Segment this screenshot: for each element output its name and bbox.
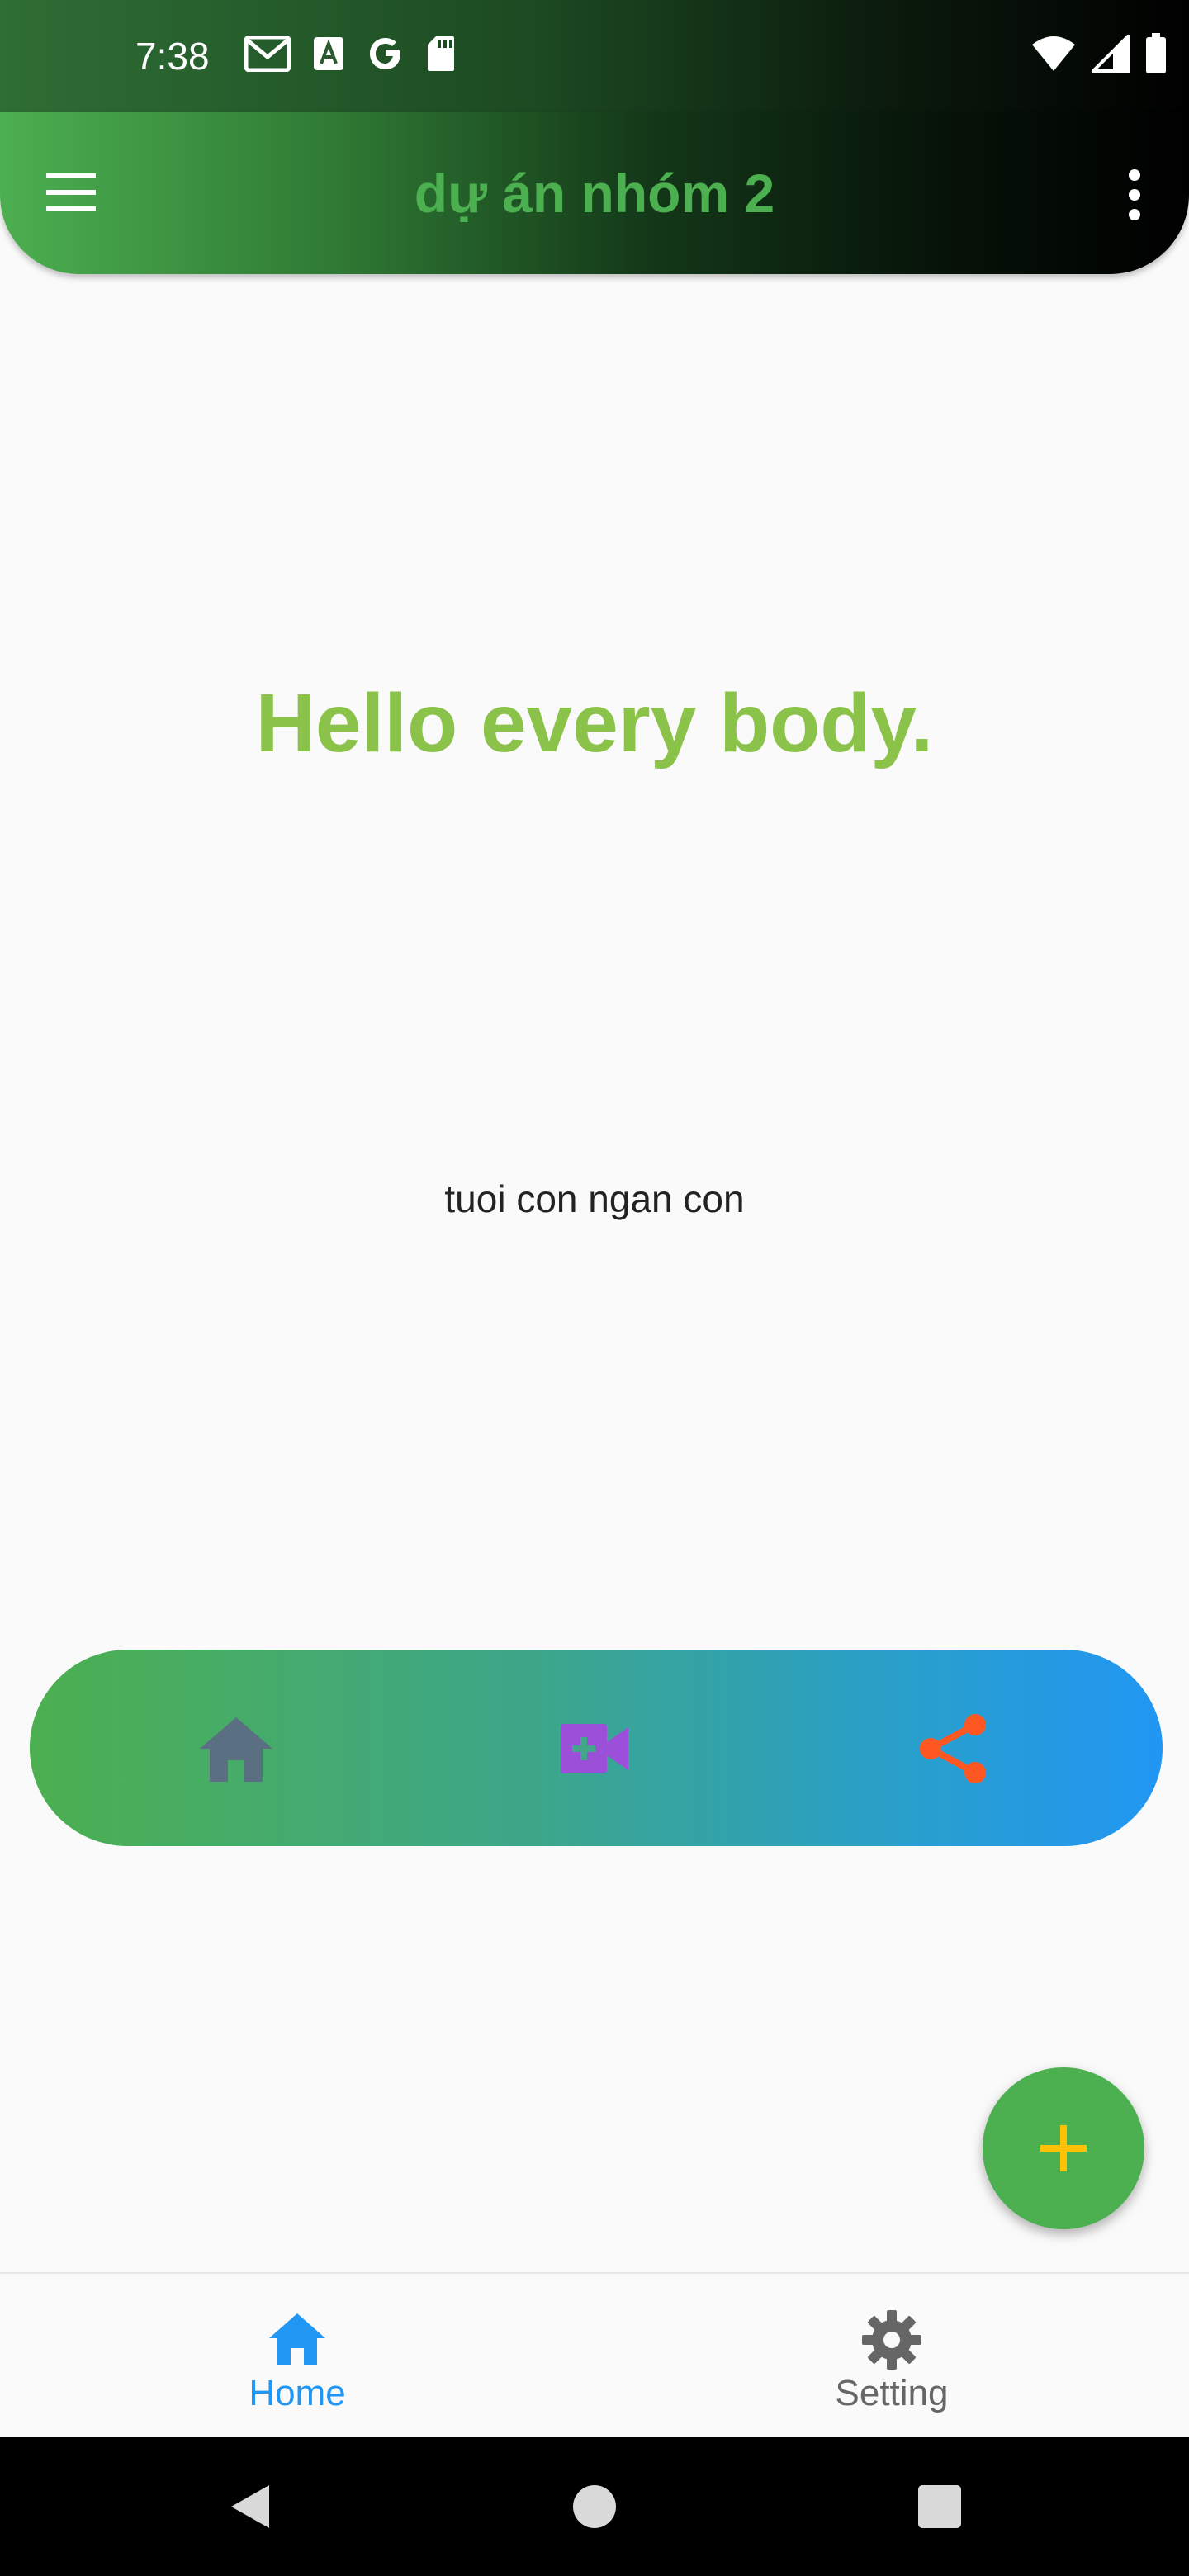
- font-a-icon: [314, 37, 343, 70]
- sd-card-icon: [428, 36, 454, 71]
- action-bar: [30, 1650, 1163, 1846]
- wifi-icon: [1032, 36, 1075, 71]
- system-back-button[interactable]: [206, 2464, 292, 2550]
- action-video-call-button[interactable]: [553, 1707, 636, 1790]
- more-options-button[interactable]: [1118, 162, 1151, 228]
- nav-item-home[interactable]: Home: [0, 2274, 594, 2439]
- status-time: 7:38: [135, 35, 210, 78]
- nav-label-home: Home: [249, 2373, 346, 2413]
- gmail-icon: [244, 36, 291, 72]
- home-icon: [200, 1717, 272, 1782]
- nav-label-setting: Setting: [835, 2373, 949, 2413]
- headline: Hello every body.: [255, 677, 934, 769]
- share-icon: [920, 1714, 986, 1783]
- bottom-navigation: Home Setting: [0, 2272, 1189, 2437]
- status-icons-right: [1030, 33, 1168, 74]
- nav-item-setting[interactable]: Setting: [594, 2274, 1189, 2439]
- video-call-icon: [561, 1724, 628, 1773]
- status-icons-left: [244, 35, 456, 73]
- plus-icon: [1040, 2125, 1087, 2171]
- subtext: tuoi con ngan con: [444, 1177, 745, 1220]
- add-fab-button[interactable]: [983, 2067, 1144, 2229]
- gear-icon: [862, 2310, 921, 2370]
- signal-icon: [1092, 35, 1130, 73]
- action-home-button[interactable]: [195, 1707, 277, 1790]
- home-circle-icon: [573, 2485, 616, 2528]
- recents-icon: [918, 2485, 961, 2528]
- system-home-button[interactable]: [552, 2464, 637, 2550]
- system-navigation-bar: [0, 2437, 1189, 2576]
- google-icon: [370, 38, 400, 69]
- system-recents-button[interactable]: [897, 2464, 983, 2550]
- app-title: dự án nhóm 2: [414, 163, 775, 224]
- app-bar: dự án nhóm 2: [0, 112, 1189, 274]
- status-bar: 7:38: [0, 0, 1189, 112]
- home-icon: [269, 2313, 325, 2365]
- back-icon: [231, 2485, 269, 2528]
- screen: 7:38 dự án nhóm 2 Hello every body. tuoi…: [0, 0, 1189, 2576]
- action-share-button[interactable]: [912, 1707, 994, 1790]
- more-vert-icon: [1129, 169, 1140, 220]
- battery-icon: [1146, 33, 1166, 73]
